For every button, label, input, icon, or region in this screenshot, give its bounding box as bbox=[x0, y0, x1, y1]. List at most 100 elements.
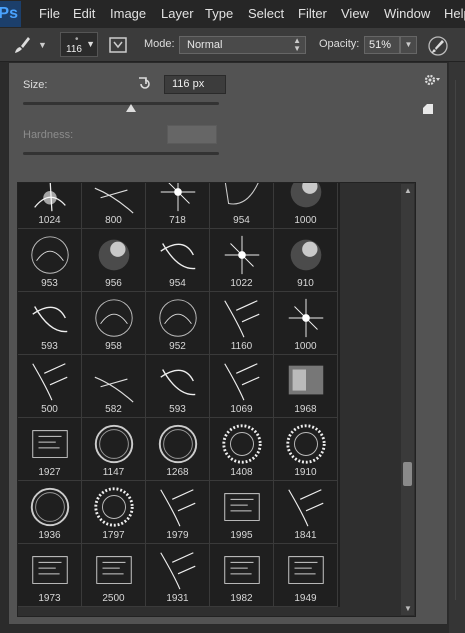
brush-preset-item[interactable]: 954 bbox=[146, 229, 210, 292]
opacity-input[interactable]: 51% bbox=[364, 36, 400, 54]
brush-preset-item[interactable]: 593 bbox=[18, 292, 82, 355]
brush-tip-thumbnail-icon bbox=[160, 369, 196, 396]
brush-size-label: 956 bbox=[105, 278, 122, 289]
brush-preset-item[interactable]: 910 bbox=[274, 229, 338, 292]
brush-preset-item[interactable]: 953 bbox=[18, 229, 82, 292]
brush-preset-item[interactable]: 1160 bbox=[210, 292, 274, 355]
brush-grid-container: 1024 800 718 954 1000 953 956 954 1022 910 593 958 9… bbox=[17, 182, 416, 617]
menu-help[interactable]: Help bbox=[444, 6, 465, 21]
opacity-dropdown-icon[interactable]: ▼ bbox=[400, 36, 417, 54]
hardness-input bbox=[167, 125, 217, 144]
menu-image[interactable]: Image bbox=[110, 6, 146, 21]
brush-preset-item[interactable]: 952 bbox=[146, 292, 210, 355]
menu-edit[interactable]: Edit bbox=[73, 6, 95, 21]
brush-preset-item[interactable]: 1408 bbox=[210, 418, 274, 481]
brush-preset-item[interactable]: 1024 bbox=[18, 183, 82, 229]
size-slider-track[interactable] bbox=[23, 102, 219, 105]
brush-tip-thumbnail-icon bbox=[160, 552, 196, 590]
brush-preset-item[interactable]: 1995 bbox=[210, 481, 274, 544]
brush-preset-picker[interactable]: • 116 ▼ bbox=[60, 32, 98, 57]
brush-size-label: 1797 bbox=[102, 530, 125, 541]
brush-tip-thumbnail-icon bbox=[32, 306, 68, 333]
brush-tip-thumbnail-icon bbox=[288, 556, 324, 584]
scrollbar-thumb[interactable] bbox=[403, 462, 412, 486]
blend-mode-select[interactable]: Normal ▲ ▼ bbox=[179, 36, 306, 54]
brush-preset-item[interactable]: 1936 bbox=[18, 481, 82, 544]
brush-preset-size: 116 bbox=[66, 44, 82, 55]
menu-view[interactable]: View bbox=[341, 6, 369, 21]
brush-preset-item[interactable]: 800 bbox=[82, 183, 146, 229]
brush-preset-item[interactable]: 1949 bbox=[274, 544, 338, 607]
menu-type[interactable]: Type bbox=[205, 6, 233, 21]
brush-preset-item[interactable]: 582 bbox=[82, 355, 146, 418]
brush-size-label: 1000 bbox=[294, 215, 317, 226]
brush-size-label: 2500 bbox=[102, 593, 125, 604]
brush-preset-item[interactable]: 1000 bbox=[274, 183, 338, 229]
brush-preset-item[interactable]: 1000 bbox=[274, 292, 338, 355]
reset-size-icon[interactable] bbox=[137, 76, 153, 92]
stepper-arrows-icon: ▲ ▼ bbox=[293, 36, 301, 53]
brush-grid: 1024 800 718 954 1000 953 956 954 1022 910 593 958 9… bbox=[18, 183, 340, 607]
brush-icon[interactable] bbox=[12, 35, 32, 55]
brush-preset-item[interactable]: 956 bbox=[82, 229, 146, 292]
brush-tip-thumbnail-icon bbox=[34, 183, 66, 212]
brush-size-label: 1973 bbox=[38, 593, 61, 604]
brush-preset-item[interactable]: 1069 bbox=[210, 355, 274, 418]
size-slider-thumb[interactable] bbox=[125, 104, 136, 112]
brush-preset-item[interactable]: 718 bbox=[146, 183, 210, 229]
brush-tip-thumbnail-icon bbox=[158, 424, 198, 464]
opacity-label: Opacity: bbox=[319, 38, 360, 50]
brush-preset-item[interactable]: 500 bbox=[18, 355, 82, 418]
brush-preset-item[interactable]: 1797 bbox=[82, 481, 146, 544]
new-preset-icon[interactable] bbox=[422, 103, 434, 115]
menu-select[interactable]: Select bbox=[248, 6, 284, 21]
brush-tip-thumbnail-icon bbox=[32, 430, 68, 458]
brush-size-label: 1160 bbox=[230, 341, 253, 352]
brush-size-label: 800 bbox=[105, 215, 122, 226]
brush-preset-item[interactable]: 1931 bbox=[146, 544, 210, 607]
brush-size-label: 593 bbox=[41, 341, 58, 352]
menu-window[interactable]: Window bbox=[384, 6, 430, 21]
menu-layer[interactable]: Layer bbox=[161, 6, 194, 21]
brush-tip-thumbnail-icon bbox=[224, 493, 260, 521]
tool-preset-dropdown-icon[interactable]: ▼ bbox=[38, 40, 47, 50]
brush-size-label: 1069 bbox=[230, 404, 253, 415]
brush-preset-item[interactable]: 593 bbox=[146, 355, 210, 418]
scroll-down-icon[interactable]: ▼ bbox=[404, 604, 412, 613]
brush-preset-item[interactable]: 1973 bbox=[18, 544, 82, 607]
brush-preset-item[interactable]: 1979 bbox=[146, 481, 210, 544]
brush-size-label: 582 bbox=[105, 404, 122, 415]
brush-tip-thumbnail-icon bbox=[224, 300, 260, 338]
brush-grid-row: 1936 1797 1979 1995 1841 bbox=[18, 481, 340, 544]
airbrush-icon[interactable] bbox=[427, 35, 449, 57]
brush-tip-thumbnail-icon bbox=[96, 556, 132, 584]
brush-preset-item[interactable]: 1268 bbox=[146, 418, 210, 481]
gear-icon[interactable] bbox=[424, 73, 440, 87]
brush-tip-thumbnail-icon bbox=[31, 236, 69, 274]
brush-preset-item[interactable]: 1982 bbox=[210, 544, 274, 607]
brush-tip-thumbnail-icon bbox=[160, 243, 196, 270]
brush-tip-thumbnail-icon bbox=[290, 183, 322, 208]
size-input[interactable]: 116 px bbox=[164, 75, 226, 94]
brush-size-label: 1147 bbox=[102, 467, 125, 478]
brush-size-label: 954 bbox=[169, 278, 186, 289]
brush-preset-item[interactable]: 1927 bbox=[18, 418, 82, 481]
photoshop-logo: Ps bbox=[0, 1, 21, 27]
brush-preset-item[interactable]: 1841 bbox=[274, 481, 338, 544]
size-label: Size: bbox=[23, 79, 48, 91]
brush-size-label: 954 bbox=[233, 215, 250, 226]
brush-preset-item[interactable]: 1022 bbox=[210, 229, 274, 292]
brush-preset-item[interactable]: 1147 bbox=[82, 418, 146, 481]
brush-size-label: 1000 bbox=[294, 341, 317, 352]
scroll-up-icon[interactable]: ▲ bbox=[404, 186, 412, 195]
menu-file[interactable]: File bbox=[39, 6, 60, 21]
brush-tip-thumbnail-icon bbox=[94, 424, 134, 464]
brush-preset-item[interactable]: 1968 bbox=[274, 355, 338, 418]
menu-filter[interactable]: Filter bbox=[298, 6, 327, 21]
brush-preset-item[interactable]: 954 bbox=[210, 183, 274, 229]
brush-preset-item[interactable]: 1910 bbox=[274, 418, 338, 481]
brush-preset-item[interactable]: 958 bbox=[82, 292, 146, 355]
brush-preset-item[interactable]: 2500 bbox=[82, 544, 146, 607]
brush-panel-toggle-icon[interactable] bbox=[108, 35, 128, 55]
scrollbar[interactable]: ▲ ▼ bbox=[401, 184, 414, 615]
